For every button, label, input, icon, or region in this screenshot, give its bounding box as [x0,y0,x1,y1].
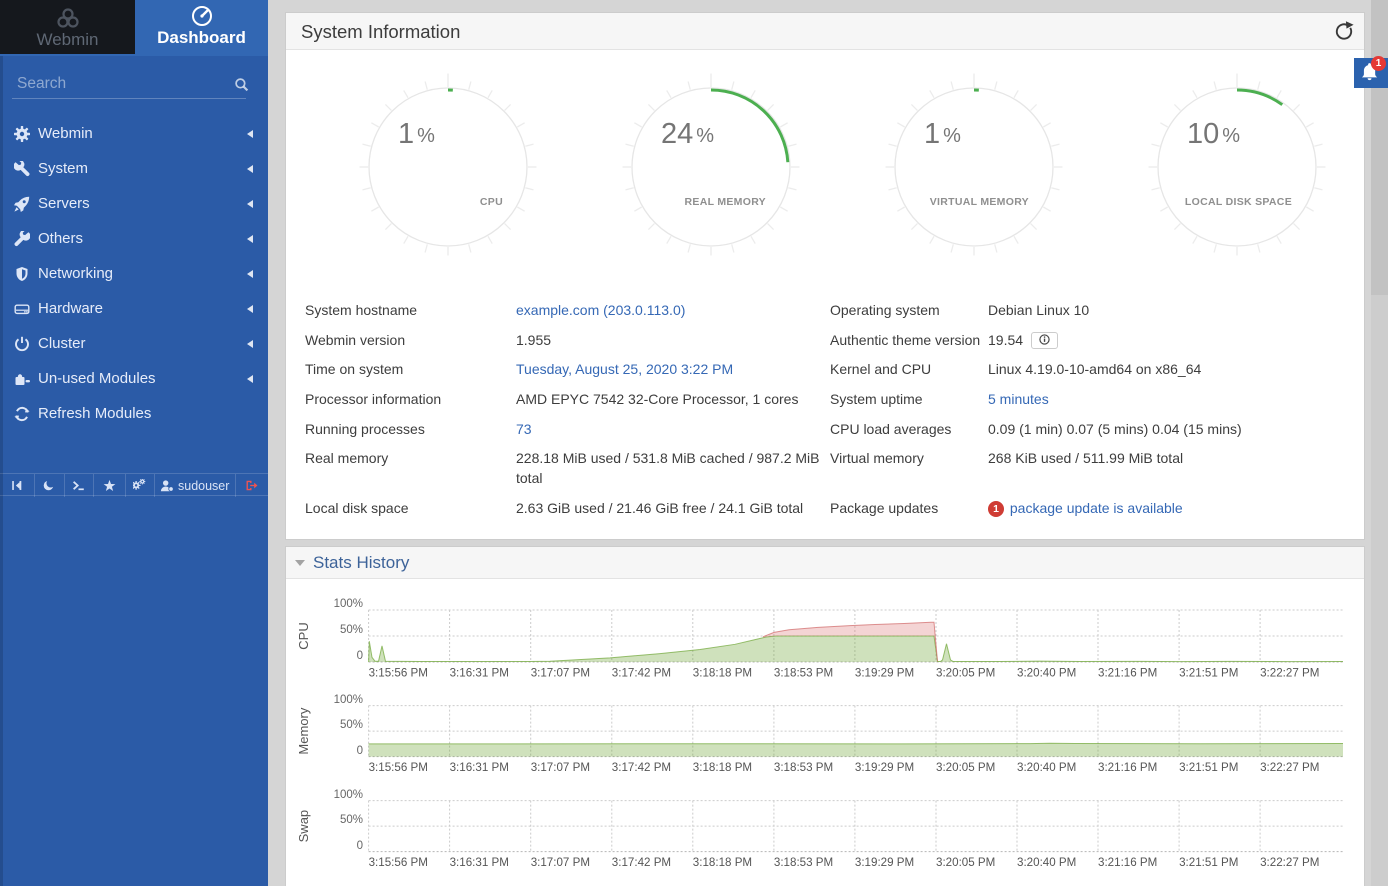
svg-text:3:16:31 PM: 3:16:31 PM [450,667,509,680]
svg-text:3:21:51 PM: 3:21:51 PM [1179,667,1238,680]
svg-text:3:19:29 PM: 3:19:29 PM [855,667,914,680]
svg-text:3:20:05 PM: 3:20:05 PM [936,667,995,680]
svg-text:3:15:56 PM: 3:15:56 PM [369,856,428,869]
svg-text:3:20:05 PM: 3:20:05 PM [936,856,995,869]
svg-text:CPU: CPU [480,196,503,208]
svg-text:3:18:18 PM: 3:18:18 PM [693,761,752,774]
svg-text:3:21:16 PM: 3:21:16 PM [1098,761,1157,774]
svg-text:3:18:18 PM: 3:18:18 PM [693,856,752,869]
svg-text:3:17:07 PM: 3:17:07 PM [531,761,590,774]
svg-text:3:15:56 PM: 3:15:56 PM [369,761,428,774]
svg-text:100%: 100% [334,789,363,801]
svg-text:3:22:27 PM: 3:22:27 PM [1260,856,1319,869]
svg-text:3:18:53 PM: 3:18:53 PM [774,761,833,774]
svg-text:3:21:16 PM: 3:21:16 PM [1098,667,1157,680]
svg-text:3:20:40 PM: 3:20:40 PM [1017,761,1076,774]
svg-text:3:21:51 PM: 3:21:51 PM [1179,761,1238,774]
svg-text:50%: 50% [340,719,363,731]
svg-text:3:20:05 PM: 3:20:05 PM [936,761,995,774]
svg-text:3:20:40 PM: 3:20:40 PM [1017,856,1076,869]
svg-text:100%: 100% [334,598,363,610]
svg-text:3:17:07 PM: 3:17:07 PM [531,856,590,869]
svg-text:Swap: Swap [296,810,311,843]
svg-text:CPU: CPU [296,622,311,649]
svg-text:3:21:16 PM: 3:21:16 PM [1098,856,1157,869]
svg-text:LOCAL DISK SPACE: LOCAL DISK SPACE [1185,196,1292,208]
svg-text:3:16:31 PM: 3:16:31 PM [450,856,509,869]
svg-text:3:22:27 PM: 3:22:27 PM [1260,761,1319,774]
svg-text:3:16:31 PM: 3:16:31 PM [450,761,509,774]
svg-text:3:22:27 PM: 3:22:27 PM [1260,667,1319,680]
svg-text:50%: 50% [340,624,363,636]
svg-text:3:20:40 PM: 3:20:40 PM [1017,667,1076,680]
svg-text:3:21:51 PM: 3:21:51 PM [1179,856,1238,869]
svg-text:3:18:53 PM: 3:18:53 PM [774,856,833,869]
svg-text:VIRTUAL MEMORY: VIRTUAL MEMORY [930,196,1029,208]
svg-text:3:17:42 PM: 3:17:42 PM [612,856,671,869]
svg-text:50%: 50% [340,814,363,826]
svg-text:0: 0 [357,650,363,662]
svg-text:3:18:18 PM: 3:18:18 PM [693,667,752,680]
svg-text:3:19:29 PM: 3:19:29 PM [855,856,914,869]
svg-text:3:17:07 PM: 3:17:07 PM [531,667,590,680]
svg-text:100%: 100% [334,694,363,706]
svg-text:0: 0 [357,745,363,757]
svg-text:0: 0 [357,840,363,852]
svg-text:3:17:42 PM: 3:17:42 PM [612,667,671,680]
svg-text:3:15:56 PM: 3:15:56 PM [369,667,428,680]
svg-text:3:17:42 PM: 3:17:42 PM [612,761,671,774]
svg-text:3:19:29 PM: 3:19:29 PM [855,761,914,774]
svg-text:REAL MEMORY: REAL MEMORY [685,196,766,208]
svg-text:3:18:53 PM: 3:18:53 PM [774,667,833,680]
svg-text:Memory: Memory [296,707,311,754]
